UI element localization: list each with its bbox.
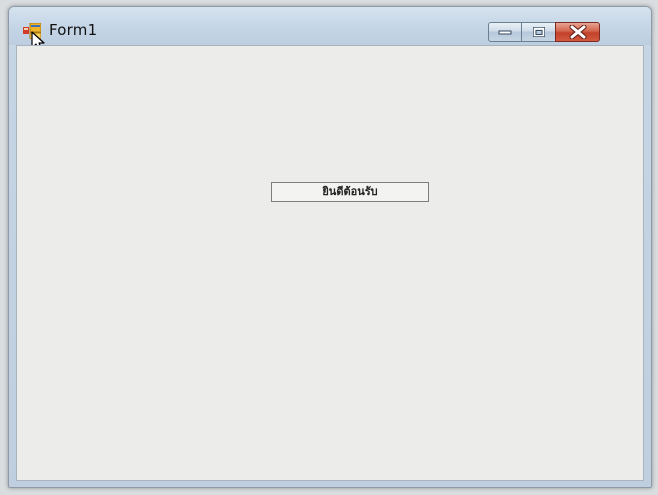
minimize-button[interactable] <box>488 22 522 42</box>
minimize-icon <box>498 30 512 35</box>
window-title: Form1 <box>49 21 98 39</box>
maximize-button[interactable] <box>521 22 556 42</box>
close-icon <box>569 25 586 39</box>
close-button[interactable] <box>555 22 600 42</box>
maximize-icon <box>532 27 545 37</box>
form1-window: Form1 ยินดีต้อนรับ <box>8 6 652 488</box>
form-client-area: ยินดีต้อนรับ <box>16 45 644 481</box>
welcome-label: ยินดีต้อนรับ <box>271 182 429 202</box>
title-bar[interactable]: Form1 <box>9 7 651 52</box>
